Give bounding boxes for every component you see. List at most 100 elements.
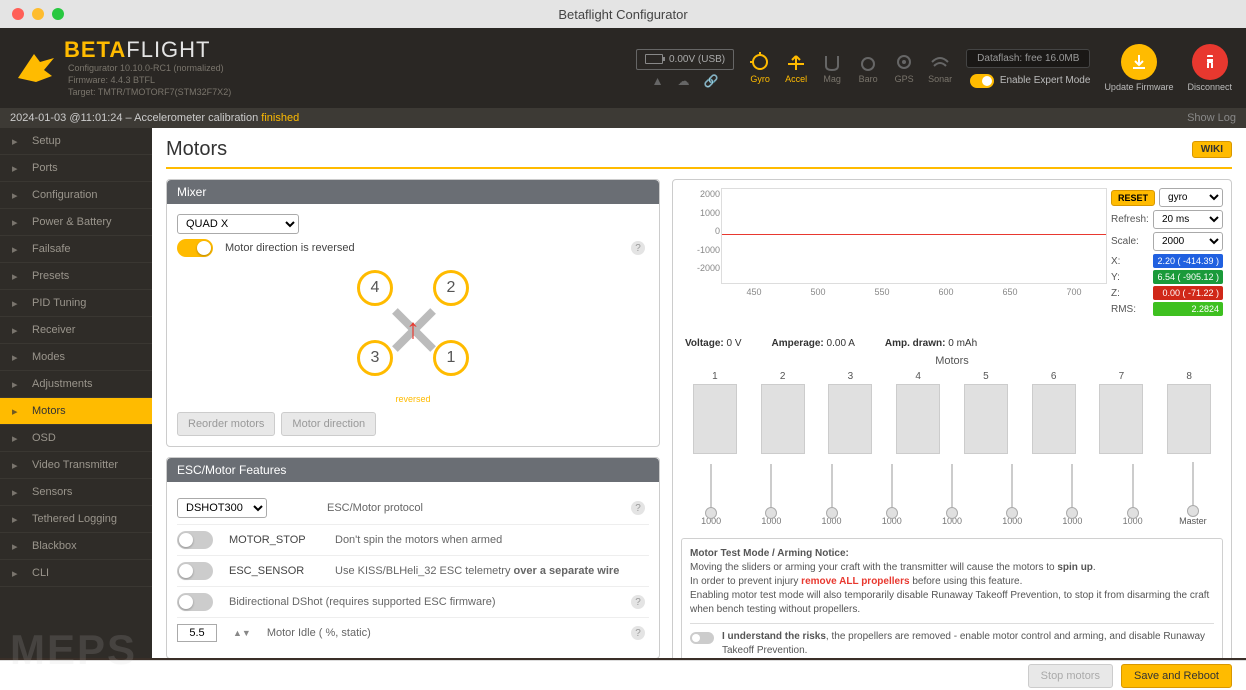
show-log-button[interactable]: Show Log — [1187, 112, 1236, 124]
sidebar-icon: ▸ — [12, 432, 24, 444]
sidebar-item-receiver[interactable]: ▸Receiver — [0, 317, 152, 344]
sidebar-item-ports[interactable]: ▸Ports — [0, 155, 152, 182]
app-header: BETAFLIGHT Configurator 10.10.0-RC1 (nor… — [0, 28, 1246, 108]
motor-slider-1[interactable] — [710, 464, 712, 514]
toggle-icon — [970, 74, 994, 88]
motor-bar-4 — [896, 384, 940, 454]
help-icon[interactable]: ? — [631, 241, 645, 255]
sidebar-item-cli[interactable]: ▸CLI — [0, 560, 152, 587]
sidebar-item-sensors[interactable]: ▸Sensors — [0, 479, 152, 506]
motor-slider-6[interactable] — [1011, 464, 1013, 514]
protocol-label: ESC/Motor protocol — [327, 502, 649, 514]
sidebar-icon: ▸ — [12, 189, 24, 201]
graph-reset-button[interactable]: RESET — [1111, 190, 1155, 206]
motor-idle-input[interactable] — [177, 624, 217, 642]
sensor-mag: Mag — [820, 52, 844, 84]
motor-stop-switch[interactable] — [177, 531, 213, 549]
sensor-status: Gyro Accel Mag Baro GPS Sonar — [748, 52, 952, 84]
motor-slider-7[interactable] — [1071, 464, 1073, 514]
sidebar-item-configuration[interactable]: ▸Configuration — [0, 182, 152, 209]
link-icon[interactable]: 🔗 — [704, 74, 719, 88]
motor-slider-8[interactable] — [1132, 464, 1134, 514]
bidir-dshot-switch[interactable] — [177, 593, 213, 611]
cloud-icon: ☁ — [678, 74, 690, 88]
sidebar-item-failsafe[interactable]: ▸Failsafe — [0, 236, 152, 263]
footer-bar: Stop motors Save and Reboot — [0, 660, 1246, 690]
sidebar-item-power-battery[interactable]: ▸Power & Battery — [0, 209, 152, 236]
motor-sliders: 10001000100010001000100010001000Master — [681, 458, 1223, 530]
reorder-motors-button[interactable]: Reorder motors — [177, 412, 275, 436]
sidebar-icon: ▸ — [12, 270, 24, 282]
sidebar-item-video-transmitter[interactable]: ▸Video Transmitter — [0, 452, 152, 479]
sidebar-icon: ▸ — [12, 540, 24, 552]
window-title: Betaflight Configurator — [0, 7, 1246, 22]
save-reboot-button[interactable]: Save and Reboot — [1121, 664, 1232, 688]
sidebar-item-pid-tuning[interactable]: ▸PID Tuning — [0, 290, 152, 317]
log-bar: 2024-01-03 @11:01:24 – Accelerometer cal… — [0, 108, 1246, 128]
sidebar-icon: ▸ — [12, 297, 24, 309]
disconnect-button[interactable]: Disconnect — [1187, 44, 1232, 92]
understand-risks-switch[interactable] — [690, 632, 714, 644]
refresh-select[interactable]: 20 ms — [1153, 210, 1223, 229]
update-firmware-button[interactable]: Update Firmware — [1104, 44, 1173, 92]
motor-direction-reversed-switch[interactable] — [177, 239, 213, 257]
motor-direction-button[interactable]: Motor direction — [281, 412, 376, 436]
wiki-button[interactable]: WIKI — [1192, 141, 1232, 158]
motor-slider-2[interactable] — [770, 464, 772, 514]
warning-icon: ▲ — [652, 74, 664, 88]
sensor-accel: Accel — [784, 52, 808, 84]
motor-bar-6 — [1032, 384, 1076, 454]
sensor-source-select[interactable]: gyro — [1159, 188, 1223, 207]
sensor-graph-panel: 200010000-1000-2000 450500550600650700 R… — [672, 179, 1232, 658]
quad-diagram: 4 2 3 1 ↑ — [353, 270, 473, 390]
battery-icon — [645, 54, 663, 64]
stop-motors-button[interactable]: Stop motors — [1028, 664, 1113, 688]
sensor-gyro: Gyro — [748, 52, 772, 84]
motor-bar-5 — [964, 384, 1008, 454]
gyro-graph: 200010000-1000-2000 450500550600650700 — [721, 188, 1107, 284]
help-icon[interactable]: ? — [631, 626, 645, 640]
sidebar-icon: ▸ — [12, 513, 24, 525]
motor-bar-1 — [693, 384, 737, 454]
sidebar-icon: ▸ — [12, 243, 24, 255]
esc-sensor-switch[interactable] — [177, 562, 213, 580]
battery-indicator: 0.00V (USB) — [636, 49, 734, 70]
sidebar-item-blackbox[interactable]: ▸Blackbox — [0, 533, 152, 560]
titlebar: Betaflight Configurator — [0, 0, 1246, 28]
sidebar-item-motors[interactable]: ▸Motors — [0, 398, 152, 425]
motor-slider-3[interactable] — [831, 464, 833, 514]
sidebar-item-setup[interactable]: ▸Setup — [0, 128, 152, 155]
scale-select[interactable]: 2000 — [1153, 232, 1223, 251]
sidebar-item-osd[interactable]: ▸OSD — [0, 425, 152, 452]
sidebar-item-presets[interactable]: ▸Presets — [0, 263, 152, 290]
sidebar-icon: ▸ — [12, 162, 24, 174]
page-title: Motors — [166, 138, 227, 161]
reversed-label: reversed — [177, 394, 649, 404]
esc-features-header: ESC/Motor Features — [167, 458, 659, 482]
sidebar-icon: ▸ — [12, 567, 24, 579]
help-icon[interactable]: ? — [631, 595, 645, 609]
motor-slider-5[interactable] — [951, 464, 953, 514]
z-value: 0.00 ( -71.22 ) — [1153, 286, 1223, 300]
dataflash-status[interactable]: Dataflash: free 16.0MB — [966, 49, 1090, 68]
expert-mode-toggle[interactable]: Enable Expert Mode — [970, 74, 1091, 88]
motor-bar-3 — [828, 384, 872, 454]
motor-bar-2 — [761, 384, 805, 454]
protocol-select[interactable]: DSHOT300 — [177, 498, 267, 518]
warning-icons: ▲ ☁ 🔗 — [652, 74, 719, 88]
sensor-gps: GPS — [892, 52, 916, 84]
sidebar-icon: ▸ — [12, 486, 24, 498]
sidebar-item-tethered-logging[interactable]: ▸Tethered Logging — [0, 506, 152, 533]
motor-test-notice: Motor Test Mode / Arming Notice: Moving … — [681, 538, 1223, 658]
motor-slider-4[interactable] — [891, 464, 893, 514]
sidebar-icon: ▸ — [12, 216, 24, 228]
sidebar-icon: ▸ — [12, 459, 24, 471]
esc-features-panel: ESC/Motor Features DSHOT300 ESC/Motor pr… — [166, 457, 660, 658]
help-icon[interactable]: ? — [631, 501, 645, 515]
rms-value: 2.2824 — [1153, 302, 1223, 316]
master-slider[interactable] — [1192, 462, 1194, 512]
mixer-select[interactable]: QUAD X — [177, 214, 299, 234]
sidebar-item-adjustments[interactable]: ▸Adjustments — [0, 371, 152, 398]
sidebar-item-modes[interactable]: ▸Modes — [0, 344, 152, 371]
configurator-version: Configurator 10.10.0-RC1 (normalized) — [68, 63, 231, 75]
